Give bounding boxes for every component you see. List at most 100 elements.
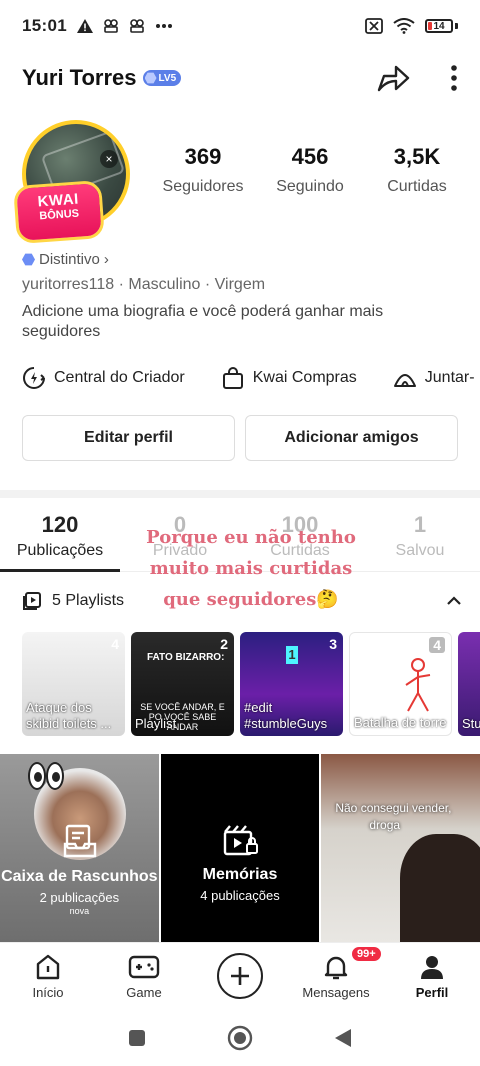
home-icon (36, 954, 60, 980)
person-icon (421, 956, 443, 979)
wifi-icon (393, 18, 415, 34)
playlist-carousel: 4 Ataque dos skibid toilets ... 2 FATO B… (22, 632, 480, 736)
level-badge-label: LV5 (158, 72, 177, 84)
stat-likes[interactable]: 3,5K Curtidas (364, 144, 470, 196)
stat-label: Seguindo (276, 178, 344, 195)
drafts-icon (63, 824, 97, 858)
tab-publicacoes[interactable]: 120 Publicações (0, 506, 120, 572)
posts-grid: Caixa de Rascunhos 2 publicações nova Me… (0, 754, 480, 942)
playlist-count: 3 (329, 636, 337, 652)
app-notification-icon (130, 19, 144, 33)
stat-value: 3,5K (393, 144, 441, 169)
distintivo-label: Distintivo (39, 251, 100, 268)
nav-perfil[interactable]: Perfil (384, 943, 480, 1010)
stat-following[interactable]: 456 Seguindo (257, 144, 363, 196)
playlist-card[interactable]: Stu edi (458, 632, 480, 736)
shortcut-join[interactable]: Juntar- (393, 366, 475, 390)
playlist-icon (23, 592, 41, 610)
playlist-card[interactable]: 4 Ataque dos skibid toilets ... (22, 632, 125, 736)
drafts-subtitle: 2 publicações (39, 890, 120, 905)
stat-followers[interactable]: 369 Seguidores (150, 144, 256, 196)
section-divider (0, 490, 480, 498)
share-button[interactable] (376, 63, 410, 93)
chevron-up-icon[interactable] (446, 596, 462, 606)
creator-center-icon (23, 367, 45, 389)
drafts-box[interactable]: Caixa de Rascunhos 2 publicações nova (0, 754, 159, 942)
level-badge[interactable]: LV5 (142, 70, 182, 86)
home-circle-icon[interactable] (227, 1025, 253, 1051)
nav-label: Perfil (415, 985, 449, 1000)
stat-label: Seguidores (162, 178, 244, 195)
video-caption-line: droga (369, 818, 401, 832)
messages-badge: 99+ (350, 945, 383, 963)
playlist-card[interactable]: 4 Batalha de torre (349, 632, 452, 736)
battery-level: 14 (433, 20, 445, 32)
tab-count: 120 (41, 512, 79, 537)
profile-stats: 369 Seguidores 456 Seguindo 3,5K Curtida… (150, 144, 470, 196)
app-notification-icon (104, 19, 118, 33)
add-friends-button[interactable]: Adicionar amigos (245, 415, 458, 461)
stat-label: Curtidas (387, 178, 447, 195)
nav-game[interactable]: Game (96, 943, 192, 1010)
chevron-right-icon: › (103, 251, 109, 268)
drafts-title: Caixa de Rascunhos (1, 868, 158, 885)
shopping-bag-icon (222, 367, 243, 389)
overlay-line: muito mais curtidas (149, 558, 353, 579)
status-bar: 15:01 14 (0, 0, 480, 52)
kwai-bonus-badge[interactable]: KWAI BÔNUS (16, 183, 102, 241)
playlist-card[interactable]: 2 FATO BIZARRO: SE VOCÊ ANDAR, E PO VOCÊ… (131, 632, 234, 736)
video-caption: Não consegui vender, droga (335, 800, 451, 834)
user-name: Yuri Torres (22, 65, 137, 90)
playlist-count: 4 (111, 636, 119, 652)
tab-salvou[interactable]: 1 Salvou (360, 506, 480, 571)
playlist-count: 2 (220, 636, 228, 652)
video-caption-line: Não consegui vender, (335, 801, 452, 815)
shortcut-creator-center[interactable]: Central do Criador (22, 366, 185, 390)
video-post-thumbnail[interactable]: Não consegui vender, droga (321, 754, 480, 942)
playlists-count-label: 5 Playlists (52, 592, 125, 609)
shortcut-label: Kwai Compras (252, 369, 357, 386)
shortcut-label: Central do Criador (54, 369, 185, 386)
avatar-area[interactable]: × KWAI BÔNUS (16, 120, 132, 244)
tab-label: Salvou (395, 542, 445, 559)
video-thumbnail-person (400, 834, 480, 942)
share-arrow-icon (377, 65, 410, 92)
playlist-count: 4 (429, 637, 445, 653)
distintivo-link[interactable]: Distintivo › (22, 251, 109, 268)
playlist-counter: 1 (286, 646, 298, 664)
close-icon[interactable]: × (100, 150, 118, 168)
profile-header: Yuri Torres LV5 (0, 56, 480, 100)
bottom-navigation: Início Game 99+ Mensagens Perfil (0, 942, 480, 1010)
memories-subtitle: 4 publicações (200, 888, 280, 903)
profile-bio[interactable]: Adicione uma biografia e você poderá gan… (22, 302, 462, 342)
playlist-title: Ataque dos skibid toilets ... (26, 700, 112, 731)
more-dots-icon (155, 24, 172, 28)
playlist-title: #edit #stumbleGuys (244, 700, 328, 731)
overlay-line: Porque eu não tenho (146, 527, 356, 548)
create-plus-icon[interactable] (217, 953, 263, 999)
shortcut-kwai-compras[interactable]: Kwai Compras (221, 366, 357, 390)
system-navigation (0, 1010, 480, 1066)
shortcut-label: Juntar- (424, 369, 475, 386)
recent-apps-icon[interactable] (127, 1028, 147, 1048)
badge-hex-icon (22, 253, 35, 266)
gamepad-icon (128, 955, 160, 979)
memories-box[interactable]: Memórias 4 publicações (160, 754, 320, 942)
cartoon-eye-left (28, 762, 46, 790)
nav-label: Mensagens (302, 985, 370, 1000)
nav-create[interactable] (192, 943, 288, 1010)
playlist-card[interactable]: 3 1 #edit #stumbleGuys (240, 632, 343, 736)
more-options-button[interactable] (450, 64, 458, 92)
stat-value: 456 (291, 144, 329, 169)
profile-shortcuts: Central do Criador Kwai Compras Juntar- (22, 362, 480, 394)
playlist-title: Playlist (135, 716, 177, 731)
playlists-header[interactable]: 5 Playlists (22, 586, 462, 616)
edit-profile-button[interactable]: Editar perfil (22, 415, 235, 461)
back-triangle-icon[interactable] (333, 1027, 353, 1049)
nav-mensagens[interactable]: 99+ Mensagens (288, 943, 384, 1010)
playlist-top-caption: FATO BIZARRO: (147, 652, 225, 663)
nav-label: Game (126, 985, 162, 1000)
nav-inicio[interactable]: Início (0, 943, 96, 1010)
memories-title: Memórias (202, 866, 278, 883)
playlist-title: Stu edi (462, 716, 480, 731)
